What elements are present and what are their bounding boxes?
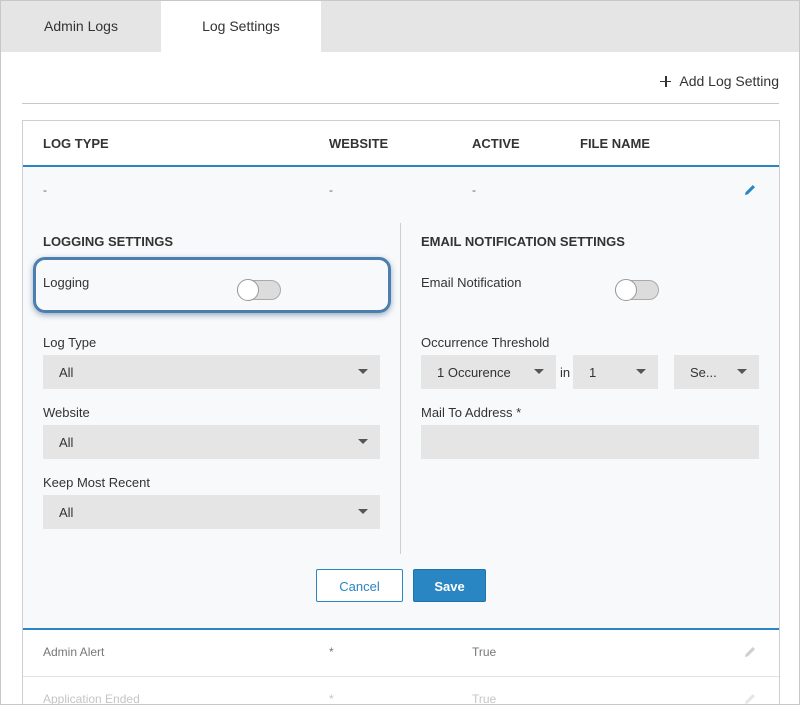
cell-website: * (329, 692, 334, 705)
chevron-down-icon (534, 369, 544, 374)
chevron-down-icon (358, 439, 368, 444)
edit-pencil-icon[interactable] (743, 645, 757, 659)
occurrence-unit-select[interactable]: Se... (674, 355, 759, 389)
log-settings-table: LOG TYPE WEBSITE ACTIVE FILE NAME - - - … (22, 120, 780, 705)
occurrence-number-select[interactable]: 1 (573, 355, 658, 389)
website-select[interactable]: All (43, 425, 380, 459)
chevron-down-icon (358, 509, 368, 514)
add-log-setting-button[interactable]: Add Log Setting (660, 69, 779, 93)
toggle-knob (615, 279, 637, 301)
keep-most-recent-label: Keep Most Recent (43, 475, 150, 490)
occurrence-number-value: 1 (589, 365, 597, 380)
in-label: in (560, 365, 571, 380)
column-header-active: ACTIVE (472, 136, 520, 151)
occurrence-count-select[interactable]: 1 Occurence (421, 355, 556, 389)
save-button[interactable]: Save (413, 569, 486, 602)
cell-website: * (329, 645, 334, 659)
occurrence-count-value: 1 Occurence (437, 365, 511, 380)
chevron-down-icon (358, 369, 368, 374)
logging-settings-title: LOGGING SETTINGS (43, 234, 174, 249)
email-notification-label: Email Notification (421, 275, 522, 290)
column-header-file-name: FILE NAME (580, 136, 651, 151)
cell-active: True (472, 692, 497, 705)
expanded-row-active: - (472, 183, 476, 197)
toggle-knob (237, 279, 259, 301)
cancel-button[interactable]: Cancel (316, 569, 403, 602)
keep-most-recent-value: All (59, 505, 74, 520)
expanded-row-editor: - - - LOGGING SETTINGS Logging Log Type … (23, 167, 779, 628)
logging-toggle[interactable] (237, 279, 281, 301)
column-header-log-type: LOG TYPE (43, 136, 109, 151)
table-row[interactable]: Admin Alert * True (23, 630, 779, 676)
cell-log-type: Application Ended (43, 692, 140, 705)
edit-pencil-icon[interactable] (743, 692, 757, 705)
tab-log-settings[interactable]: Log Settings (161, 1, 321, 52)
chevron-down-icon (737, 369, 747, 374)
occurrence-threshold-label: Occurrence Threshold (421, 335, 550, 350)
cell-active: True (472, 645, 497, 659)
occurrence-unit-value: Se... (690, 365, 717, 380)
edit-pencil-icon[interactable] (743, 183, 757, 197)
column-header-website: WEBSITE (329, 136, 389, 151)
divider (22, 103, 779, 104)
section-divider (400, 223, 401, 554)
mail-to-address-label: Mail To Address * (421, 405, 522, 420)
app-frame: Admin Logs Log Settings Add Log Setting … (0, 0, 800, 705)
table-header: LOG TYPE WEBSITE ACTIVE FILE NAME (23, 121, 779, 167)
email-notification-toggle[interactable] (615, 279, 659, 301)
log-type-label: Log Type (43, 335, 97, 350)
log-type-select[interactable]: All (43, 355, 380, 389)
mail-to-address-input[interactable] (421, 425, 759, 459)
log-type-value: All (59, 365, 74, 380)
table-row[interactable]: Application Ended * True (23, 677, 779, 705)
email-notification-settings-title: EMAIL NOTIFICATION SETTINGS (421, 234, 625, 249)
chevron-down-icon (636, 369, 646, 374)
expanded-row-website: - (329, 183, 333, 197)
tab-bar: Admin Logs Log Settings (1, 1, 799, 52)
tab-admin-logs[interactable]: Admin Logs (1, 1, 161, 52)
expanded-row-log-type: - (43, 183, 47, 197)
keep-most-recent-select[interactable]: All (43, 495, 380, 529)
website-label: Website (43, 405, 90, 420)
cell-log-type: Admin Alert (43, 645, 105, 659)
plus-icon (660, 75, 672, 87)
add-log-setting-label: Add Log Setting (679, 73, 779, 89)
logging-label: Logging (43, 275, 90, 290)
website-value: All (59, 435, 74, 450)
